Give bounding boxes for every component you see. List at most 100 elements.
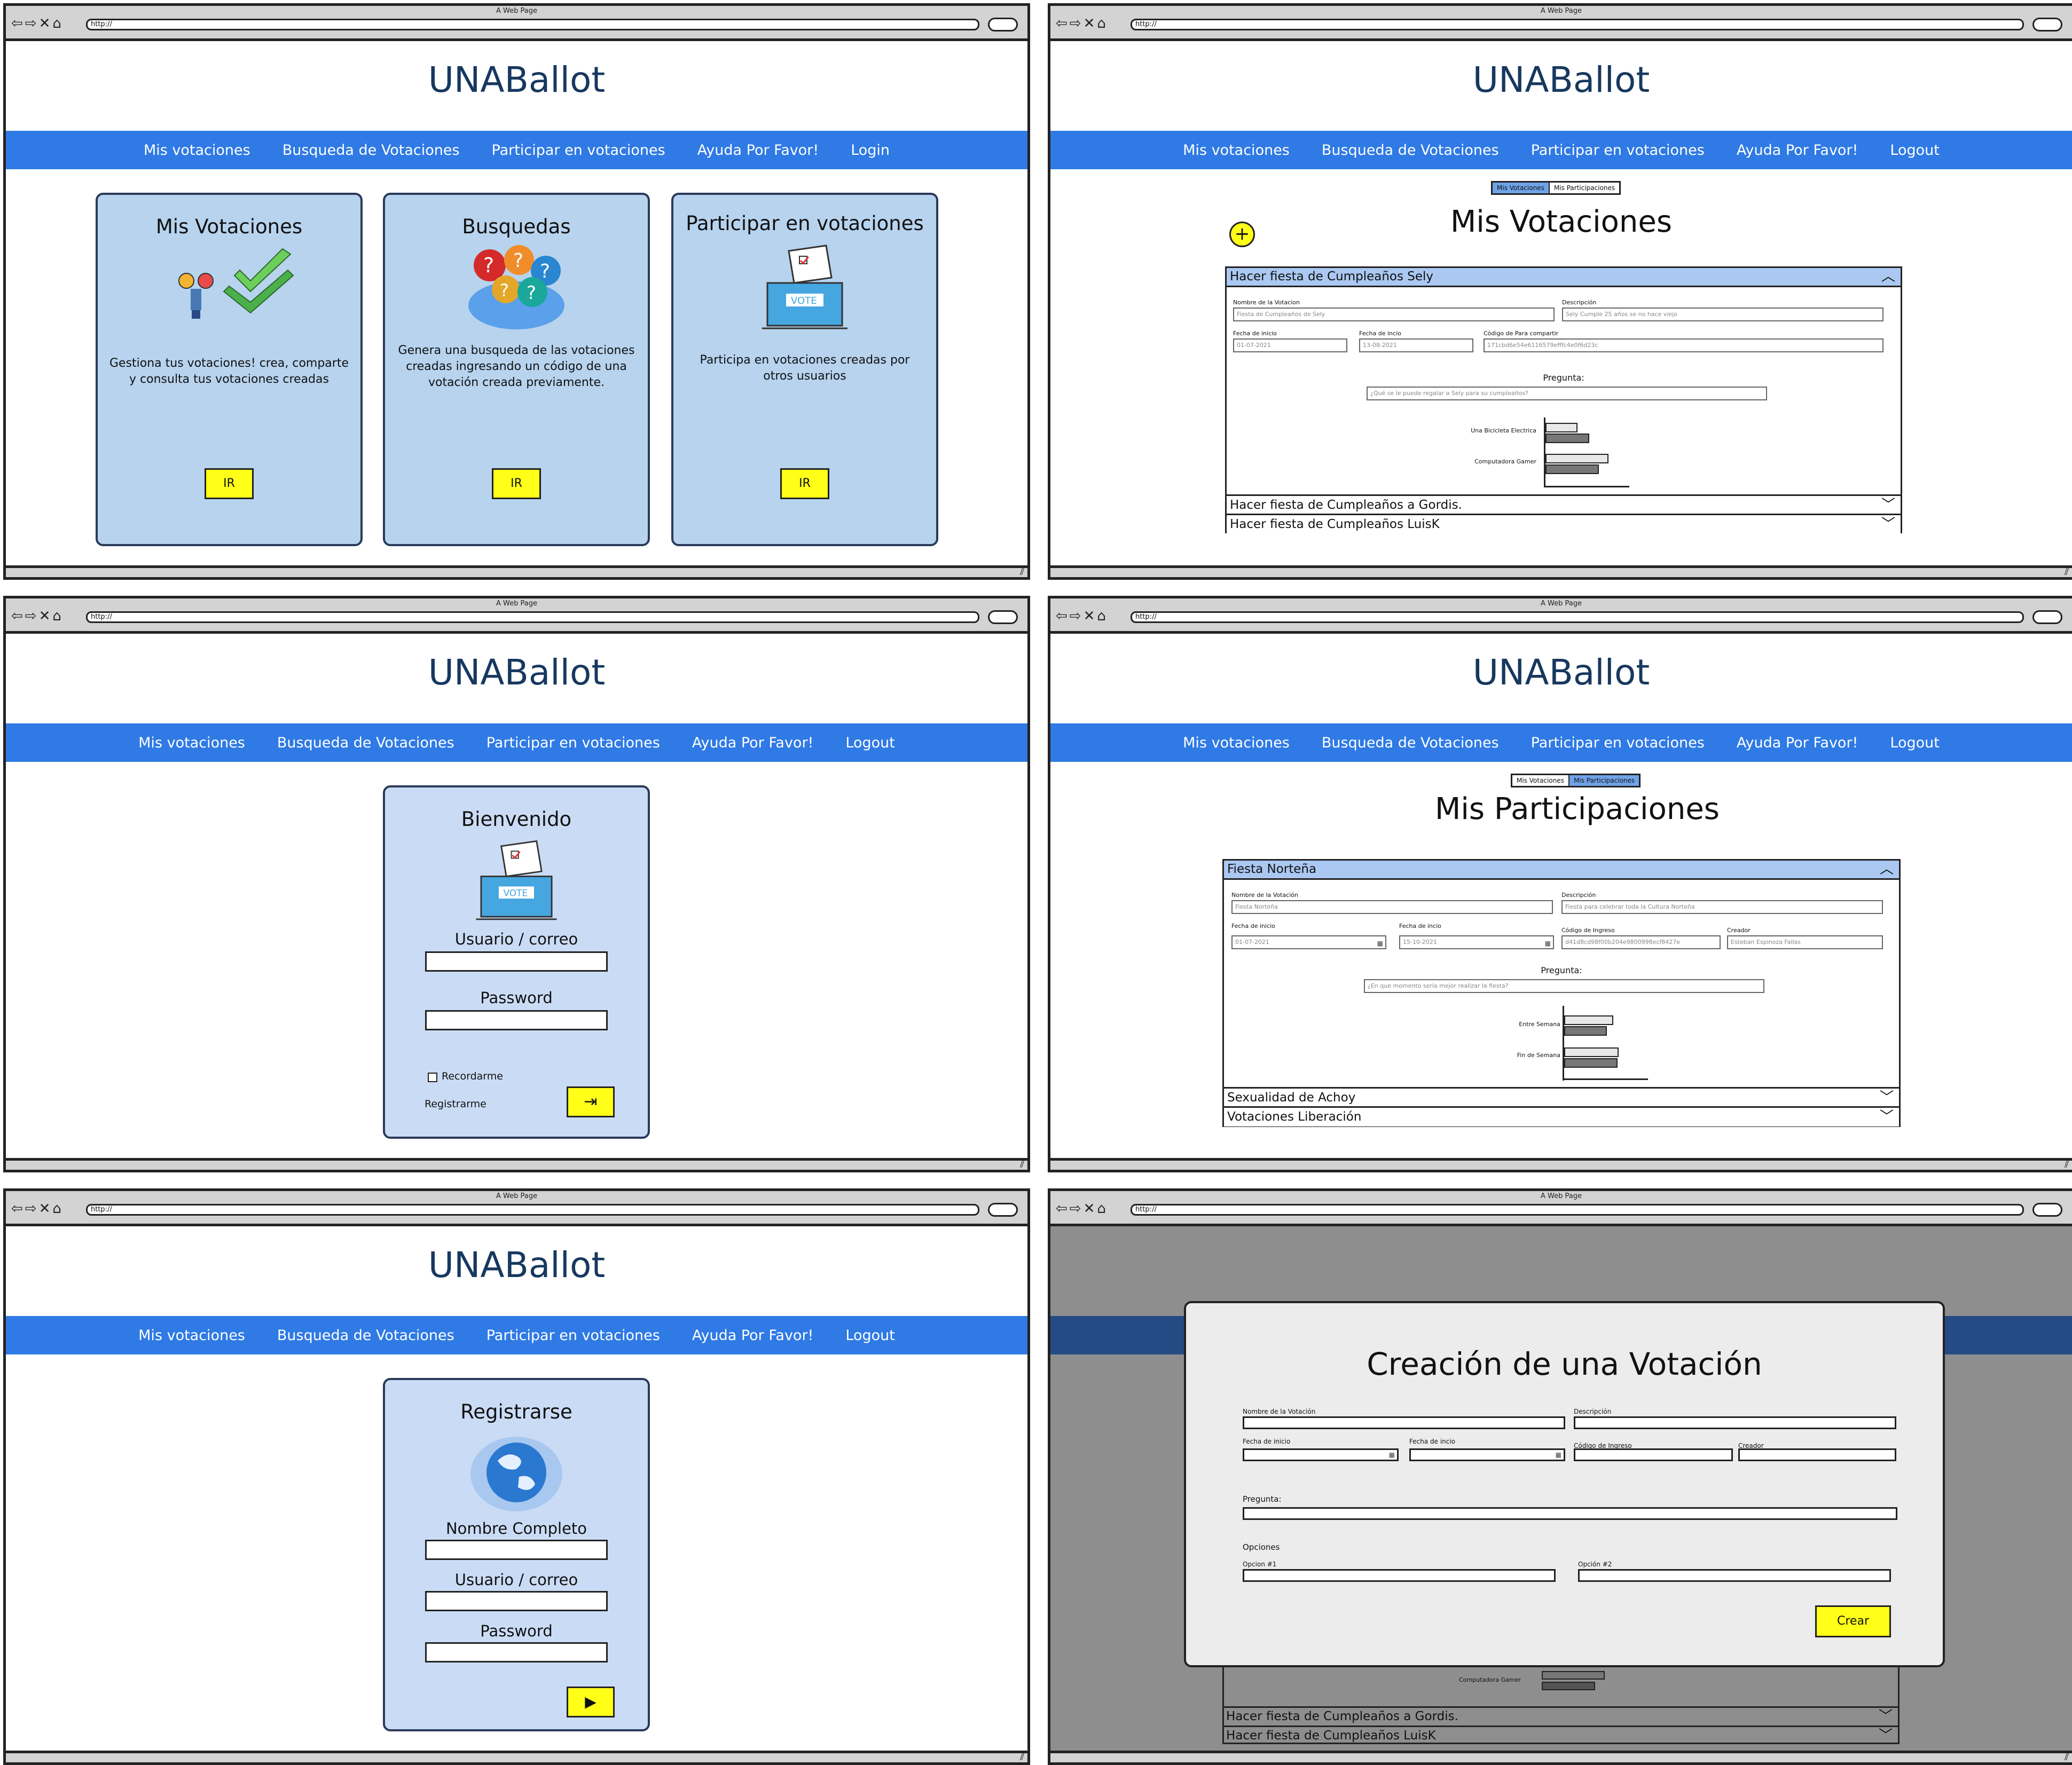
pregunta-field[interactable]: ¿Qué se le puede regalar a Sely para su … — [1367, 387, 1767, 400]
chevron-up-icon[interactable]: ︿ — [1881, 268, 1895, 285]
tab-mis-votaciones[interactable]: Mis Votaciones — [1512, 775, 1569, 786]
url-bar[interactable]: http:// — [86, 19, 979, 30]
nombre-input[interactable] — [425, 1540, 608, 1560]
opcion-2-input[interactable] — [1578, 1569, 1891, 1582]
chevron-up-icon[interactable]: ︿ — [1880, 861, 1894, 878]
chevron-down-icon[interactable]: ﹀ — [1881, 496, 1895, 514]
nombre-input[interactable] — [1243, 1416, 1565, 1429]
opcion-1-input[interactable] — [1243, 1569, 1556, 1582]
search-pill[interactable] — [2032, 1203, 2062, 1217]
chevron-down-icon[interactable]: ﹀ — [1880, 1108, 1894, 1126]
browser-nav-icons[interactable]: ⇦⇨✕⌂ — [11, 17, 64, 30]
calendar-icon[interactable]: ▦ — [1545, 937, 1551, 948]
creador-input[interactable] — [1738, 1448, 1896, 1461]
nav-participar[interactable]: Participar en votaciones — [486, 735, 660, 751]
resize-grip-icon[interactable]: ⫽ — [2065, 1752, 2069, 1762]
nav-busqueda[interactable]: Busqueda de Votaciones — [282, 142, 460, 159]
fecha-inicio-field[interactable]: 01-07-2021 ▦ — [1231, 935, 1386, 949]
search-pill[interactable] — [988, 18, 1018, 31]
password-input[interactable] — [425, 1642, 608, 1662]
registrarme-link[interactable]: Registrarme — [425, 1098, 486, 1110]
nombre-field[interactable]: Fiesta de Cumpleaños de Sely — [1233, 308, 1555, 321]
accordion-header[interactable]: Hacer fiesta de Cumpleaños Sely ︿ — [1227, 268, 1901, 287]
search-pill[interactable] — [988, 610, 1018, 624]
nav-mis-votaciones[interactable]: Mis votaciones — [138, 735, 245, 751]
accordion-row[interactable]: Hacer fiesta de Cumpleaños a Gordis. ﹀ — [1227, 494, 1901, 515]
descripcion-field[interactable]: Sely Cumple 25 años se no hace viejo — [1562, 308, 1883, 321]
nav-mis-votaciones[interactable]: Mis votaciones — [1183, 142, 1290, 159]
login-button[interactable]: ⇥ — [567, 1086, 615, 1117]
descripcion-field[interactable]: Fiesta para celebrar toda la Cultura Nor… — [1561, 900, 1883, 914]
nav-logout[interactable]: Logout — [845, 1327, 894, 1344]
usuario-input[interactable] — [425, 951, 608, 972]
ir-button[interactable]: IR — [492, 468, 541, 499]
nav-ayuda[interactable]: Ayuda Por Favor! — [1737, 142, 1858, 159]
resize-grip-icon[interactable]: ⫽ — [2065, 1159, 2069, 1170]
search-pill[interactable] — [988, 1203, 1018, 1217]
search-pill[interactable] — [2032, 18, 2062, 31]
ir-button[interactable]: IR — [205, 468, 254, 499]
register-submit-button[interactable]: ▶ — [567, 1687, 615, 1717]
resize-grip-icon[interactable]: ⫽ — [1020, 1752, 1024, 1762]
accordion-row[interactable]: Votaciones Liberación ﹀ — [1224, 1106, 1899, 1126]
descripcion-input[interactable] — [1574, 1416, 1896, 1429]
usuario-input[interactable] — [425, 1591, 608, 1611]
fecha-fin-field[interactable]: 13-08-2021 — [1359, 338, 1473, 352]
accordion-header[interactable]: Fiesta Norteña ︿ — [1224, 861, 1899, 880]
nav-mis-votaciones[interactable]: Mis votaciones — [144, 142, 250, 159]
codigo-field[interactable]: d41d8cd98f00b204e9800998ecf8427e — [1561, 935, 1721, 949]
search-pill[interactable] — [2032, 610, 2062, 624]
creador-field[interactable]: Esteban Espinoza Fallas — [1727, 935, 1883, 949]
ir-button[interactable]: IR — [780, 468, 829, 499]
nav-logout[interactable]: Logout — [1890, 735, 1939, 751]
browser-nav-icons[interactable]: ⇦⇨✕⌂ — [1056, 17, 1108, 30]
recordarme-checkbox[interactable] — [428, 1073, 437, 1082]
password-input[interactable] — [425, 1010, 608, 1030]
browser-nav-icons[interactable]: ⇦⇨✕⌂ — [1056, 1202, 1108, 1216]
codigo-input[interactable] — [1574, 1448, 1733, 1461]
nav-participar[interactable]: Participar en votaciones — [1531, 735, 1705, 751]
nav-mis-votaciones[interactable]: Mis votaciones — [1183, 735, 1290, 751]
browser-nav-icons[interactable]: ⇦⇨✕⌂ — [11, 1202, 64, 1216]
nav-ayuda[interactable]: Ayuda Por Favor! — [692, 1327, 814, 1344]
url-bar[interactable]: http:// — [86, 1204, 979, 1216]
chevron-down-icon[interactable]: ﹀ — [1881, 515, 1895, 533]
nav-busqueda[interactable]: Busqueda de Votaciones — [277, 735, 454, 751]
nav-logout[interactable]: Logout — [1890, 142, 1939, 159]
pregunta-input[interactable] — [1243, 1507, 1897, 1520]
nav-ayuda[interactable]: Ayuda Por Favor! — [1737, 735, 1858, 751]
calendar-icon[interactable]: ▦ — [1556, 1451, 1561, 1459]
nav-mis-votaciones[interactable]: Mis votaciones — [138, 1327, 245, 1344]
accordion-row[interactable]: Sexualidad de Achoy ﹀ — [1224, 1087, 1899, 1107]
chevron-down-icon[interactable]: ﹀ — [1880, 1089, 1894, 1107]
tab-mis-participaciones[interactable]: Mis Participaciones — [1550, 183, 1619, 193]
nav-ayuda[interactable]: Ayuda Por Favor! — [697, 142, 819, 159]
fecha-inicio-input[interactable]: ▦ — [1243, 1448, 1399, 1461]
browser-nav-icons[interactable]: ⇦⇨✕⌂ — [1056, 609, 1108, 623]
nombre-field[interactable]: Fiesta Norteña — [1231, 900, 1553, 914]
nav-participar[interactable]: Participar en votaciones — [492, 142, 665, 159]
calendar-icon[interactable]: ▦ — [1389, 1451, 1395, 1459]
nav-participar[interactable]: Participar en votaciones — [1531, 142, 1705, 159]
url-bar[interactable]: http:// — [1131, 19, 2024, 30]
crear-button[interactable]: Crear — [1815, 1605, 1891, 1637]
nav-logout[interactable]: Logout — [845, 735, 894, 751]
nav-participar[interactable]: Participar en votaciones — [486, 1327, 660, 1344]
resize-grip-icon[interactable]: ⫽ — [2065, 566, 2069, 577]
resize-grip-icon[interactable]: ⫽ — [1020, 1159, 1024, 1170]
nav-busqueda[interactable]: Busqueda de Votaciones — [1322, 142, 1499, 159]
nav-ayuda[interactable]: Ayuda Por Favor! — [692, 735, 814, 751]
pregunta-field[interactable]: ¿En que momento seria mejor realizar la … — [1364, 979, 1764, 993]
url-bar[interactable]: http:// — [1131, 1204, 2024, 1216]
nav-busqueda[interactable]: Busqueda de Votaciones — [1322, 735, 1499, 751]
tab-mis-votaciones[interactable]: Mis Votaciones — [1493, 183, 1550, 193]
nav-busqueda[interactable]: Busqueda de Votaciones — [277, 1327, 454, 1344]
tab-mis-participaciones[interactable]: Mis Participaciones — [1569, 775, 1639, 786]
calendar-icon[interactable]: ▦ — [1377, 937, 1383, 948]
url-bar[interactable]: http:// — [86, 611, 979, 623]
fecha-inicio-field[interactable]: 01-07-2021 — [1233, 338, 1347, 352]
fecha-fin-input[interactable]: ▦ — [1409, 1448, 1565, 1461]
url-bar[interactable]: http:// — [1131, 611, 2024, 623]
fecha-fin-field[interactable]: 15-10-2021 ▦ — [1399, 935, 1554, 949]
browser-nav-icons[interactable]: ⇦⇨✕⌂ — [11, 609, 64, 623]
